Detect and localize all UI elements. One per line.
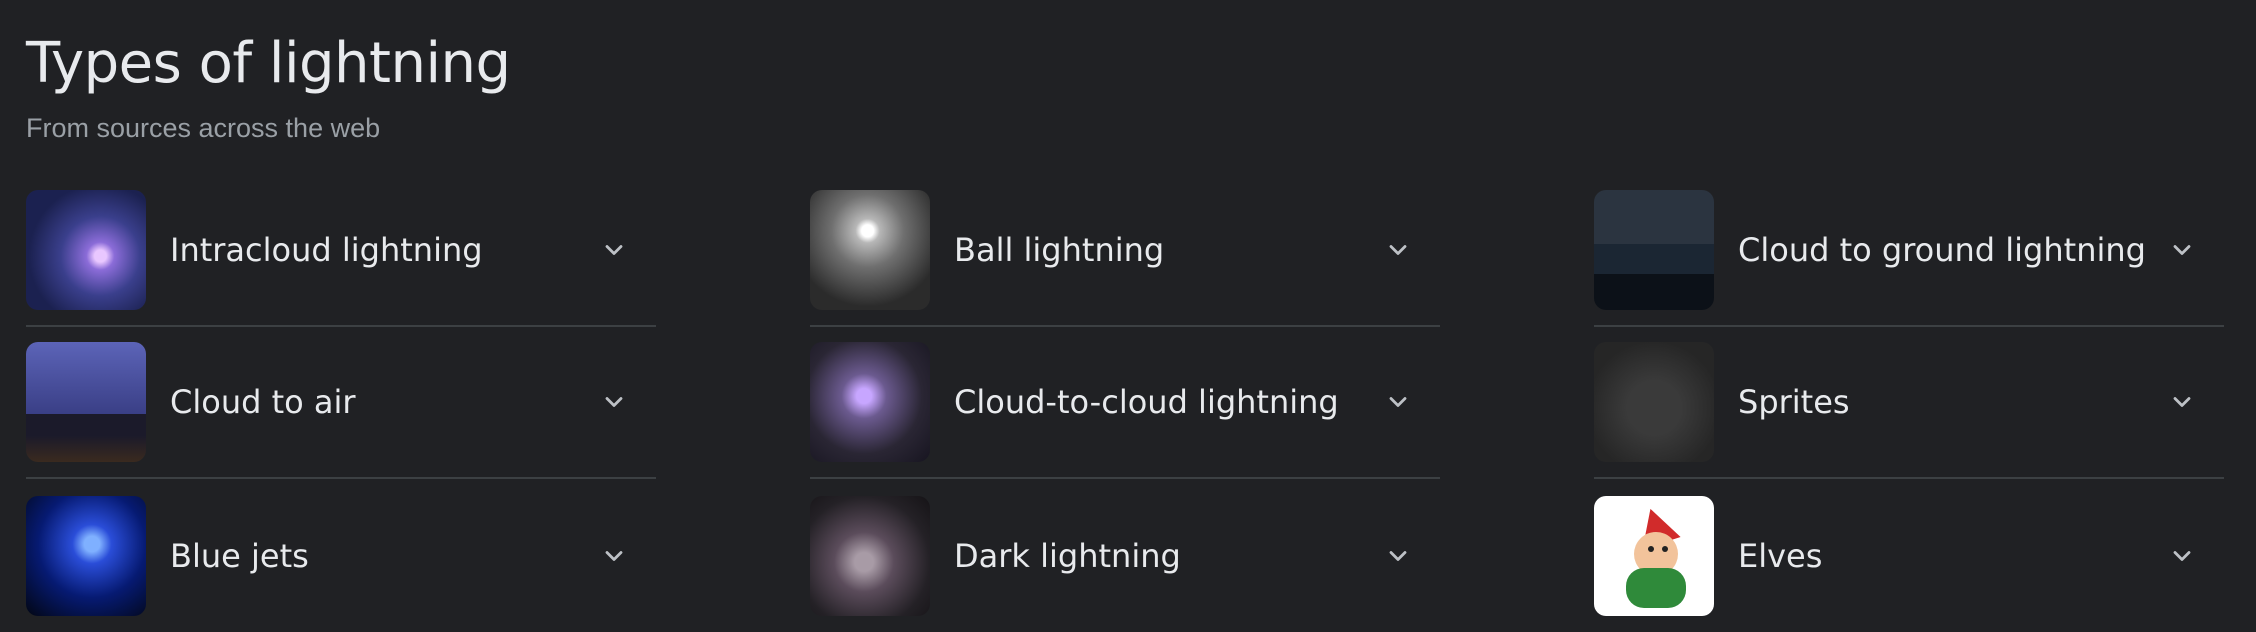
chevron-down-icon[interactable] (2162, 382, 2202, 422)
list-item-cloud-to-air[interactable]: Cloud to air (26, 327, 656, 479)
lightning-types-grid: Intracloud lightning Cloud to air Blue j… (26, 175, 2226, 628)
page-title: Types of lightning (26, 31, 511, 96)
item-label: Cloud to air (170, 383, 356, 421)
list-item-sprites[interactable]: Sprites (1594, 327, 2224, 479)
elf-left-eye-shape (1648, 545, 1654, 552)
chevron-down-icon[interactable] (594, 230, 634, 270)
item-label: Cloud to ground lightning (1738, 231, 2146, 269)
item-label: Elves (1738, 536, 1823, 575)
item-label: Blue jets (170, 536, 309, 575)
column-3: Cloud to ground lightning Sprites Elves (1594, 175, 2224, 632)
column-1: Intracloud lightning Cloud to air Blue j… (26, 175, 656, 632)
elf-right-eye-shape (1662, 545, 1668, 552)
header: Types of lightning From sources across t… (26, 30, 511, 144)
chevron-down-icon[interactable] (1378, 382, 1418, 422)
thumbnail-dark-lightning (810, 495, 930, 616)
item-label: Dark lightning (954, 536, 1181, 575)
list-item-cloud-to-ground-lightning[interactable]: Cloud to ground lightning (1594, 175, 2224, 327)
thumbnail-blue-jets (26, 495, 146, 616)
page-subtitle: From sources across the web (26, 113, 381, 143)
list-item-ball-lightning[interactable]: Ball lightning (810, 175, 1440, 327)
thumbnail-elves (1594, 495, 1714, 616)
list-item-cloud-to-cloud-lightning[interactable]: Cloud-to-cloud lightning (810, 327, 1440, 479)
chevron-down-icon[interactable] (2162, 230, 2202, 270)
elf-body-shape (1626, 567, 1686, 608)
column-2: Ball lightning Cloud-to-cloud lightning … (810, 175, 1440, 632)
thumbnail-intracloud (26, 190, 146, 310)
chevron-down-icon[interactable] (1378, 230, 1418, 270)
item-label: Ball lightning (954, 231, 1165, 269)
thumbnail-cloud-to-cloud (810, 342, 930, 462)
thumbnail-sprites (1594, 342, 1714, 462)
list-item-dark-lightning[interactable]: Dark lightning (810, 479, 1440, 632)
list-item-blue-jets[interactable]: Blue jets (26, 479, 656, 632)
thumbnail-cloud-to-air (26, 342, 146, 462)
thumbnail-ball-lightning (810, 190, 930, 310)
chevron-down-icon[interactable] (1378, 536, 1418, 576)
chevron-down-icon[interactable] (594, 382, 634, 422)
list-item-intracloud-lightning[interactable]: Intracloud lightning (26, 175, 656, 327)
item-label: Sprites (1738, 383, 1850, 421)
chevron-down-icon[interactable] (594, 536, 634, 576)
item-label: Cloud-to-cloud lightning (954, 383, 1339, 421)
list-item-elves[interactable]: Elves (1594, 479, 2224, 632)
item-label: Intracloud lightning (170, 231, 483, 269)
thumbnail-cloud-to-ground (1594, 190, 1714, 310)
chevron-down-icon[interactable] (2162, 536, 2202, 576)
